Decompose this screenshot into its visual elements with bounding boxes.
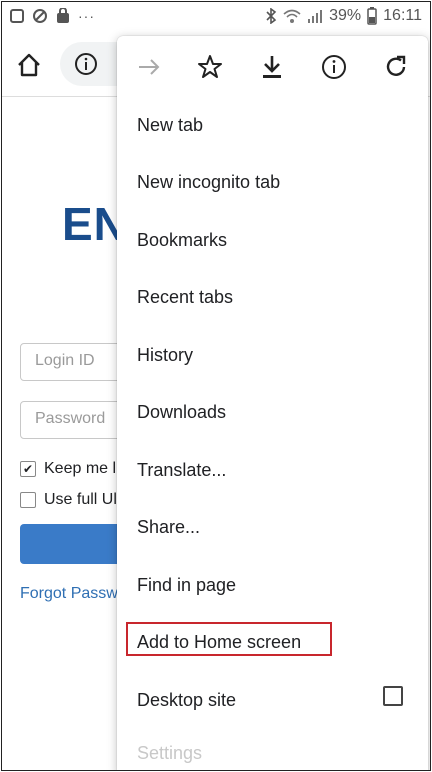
bag-icon — [57, 8, 69, 23]
menu-icon-row — [117, 36, 428, 98]
home-icon[interactable] — [16, 52, 42, 78]
menu-item-bookmarks[interactable]: Bookmarks — [137, 225, 227, 255]
image-icon — [10, 9, 24, 23]
wifi-icon — [283, 9, 301, 23]
keep-me-checkbox[interactable]: ✔ — [20, 461, 36, 477]
more-notifications: ··· — [78, 8, 95, 24]
use-full-row[interactable]: Use full Ul — [20, 491, 117, 509]
forgot-password-link[interactable]: Forgot Passw — [20, 585, 118, 603]
download-icon[interactable] — [259, 54, 285, 80]
keep-me-label: Keep me l — [44, 460, 117, 477]
use-full-checkbox[interactable] — [20, 492, 36, 508]
phone-frame: ··· 39% 16:11 EN Login ID Password ✔ Kee… — [1, 1, 431, 771]
menu-item-desktop-site[interactable]: Desktop site — [137, 685, 236, 715]
menu-item-new-incognito-tab[interactable]: New incognito tab — [137, 167, 280, 197]
battery-icon — [367, 7, 377, 25]
overflow-menu: New tab New incognito tab Bookmarks Rece… — [117, 36, 428, 770]
star-icon[interactable] — [197, 54, 223, 80]
forward-icon[interactable] — [136, 54, 162, 80]
menu-item-share[interactable]: Share... — [137, 512, 200, 542]
keep-me-row[interactable]: ✔ Keep me l — [20, 460, 116, 478]
menu-item-translate[interactable]: Translate... — [137, 455, 226, 485]
bluetooth-icon — [266, 8, 277, 24]
menu-item-add-to-home-screen[interactable]: Add to Home screen — [137, 627, 301, 657]
clock: 16:11 — [383, 7, 422, 24]
info-icon[interactable] — [74, 52, 98, 76]
menu-item-recent-tabs[interactable]: Recent tabs — [137, 282, 233, 312]
refresh-icon[interactable] — [383, 54, 409, 80]
desktop-site-checkbox[interactable] — [383, 686, 403, 706]
info-icon[interactable] — [321, 54, 347, 80]
menu-item-find-in-page[interactable]: Find in page — [137, 570, 236, 600]
menu-item-downloads[interactable]: Downloads — [137, 397, 226, 427]
signal-icon — [308, 10, 323, 23]
menu-item-history[interactable]: History — [137, 340, 193, 370]
battery-percent: 39% — [329, 7, 362, 24]
menu-item-settings[interactable]: Settings — [137, 743, 202, 764]
blocked-icon — [33, 9, 47, 23]
status-bar: ··· 39% 16:11 — [2, 2, 430, 32]
use-full-label: Use full Ul — [44, 491, 117, 508]
menu-item-new-tab[interactable]: New tab — [137, 110, 203, 140]
